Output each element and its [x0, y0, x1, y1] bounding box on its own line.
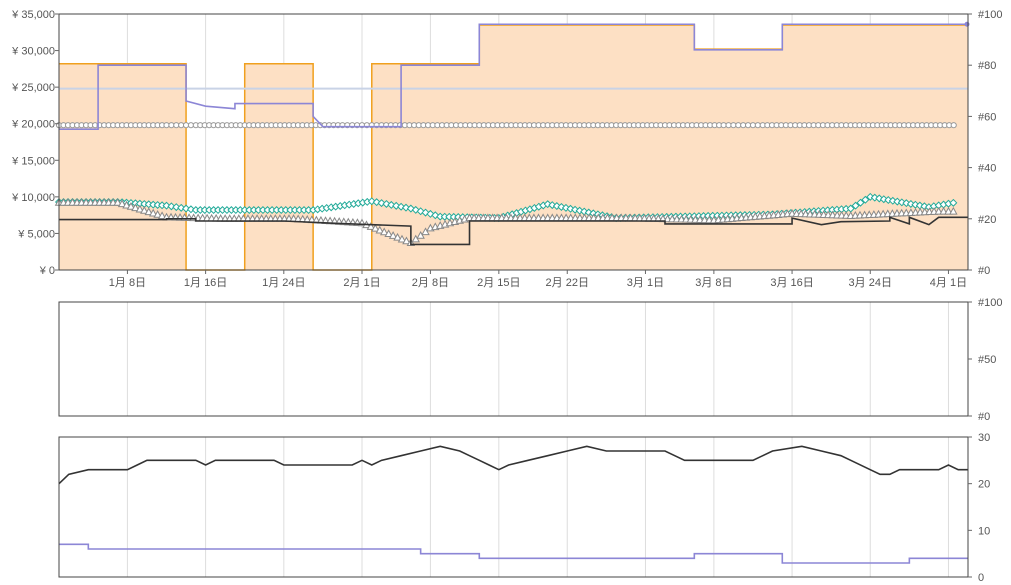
right-axis-tick-label: #40	[978, 163, 996, 175]
y-axis-tick-label: ¥ 35,000	[11, 9, 55, 21]
x-axis-tick-label: 2月 15日	[477, 277, 520, 289]
right-axis-tick-label: #80	[978, 60, 996, 72]
x-axis-tick-label: 4月 1日	[930, 277, 967, 289]
x-axis-tick-label: 3月 8日	[695, 277, 732, 289]
right-axis-tick-label: #60	[978, 111, 996, 123]
right-axis-tick-label: 20	[978, 479, 990, 491]
x-axis-tick-label: 1月 24日	[262, 277, 305, 289]
x-axis-tick-label: 2月 1日	[343, 277, 380, 289]
right-axis-tick-label: #50	[978, 354, 996, 366]
right-axis-tick-label: #0	[978, 265, 990, 277]
data-point-marker	[950, 122, 957, 129]
series-end-dot	[964, 21, 970, 27]
y-axis-tick-label: ¥ 10,000	[11, 192, 55, 204]
right-axis-tick-label: #100	[978, 9, 1002, 21]
y-axis-tick-label: ¥ 25,000	[11, 82, 55, 94]
right-axis-tick-label: #100	[978, 297, 1002, 309]
y-axis-tick-label: ¥ 15,000	[11, 155, 55, 167]
x-axis-tick-label: 3月 1日	[627, 277, 664, 289]
chart-panel-2: #0 #50 #100	[58, 297, 1002, 423]
x-axis-tick-label: 3月 24日	[849, 277, 892, 289]
right-axis-tick-label: #0	[978, 411, 990, 423]
y-axis-tick-label: ¥ 30,000	[11, 46, 55, 58]
x-axis-tick-label: 2月 8日	[412, 277, 449, 289]
x-axis-tick-label: 1月 8日	[109, 277, 146, 289]
plot-area	[59, 302, 968, 416]
y-axis-tick-label: ¥ 20,000	[11, 119, 55, 131]
chart-panel-1: ¥ 0 ¥ 5,000 ¥ 10,000 ¥ 15,000 ¥ 20,000 ¥ 25,0…	[11, 9, 1002, 289]
y-axis-tick-label: ¥ 5,000	[17, 228, 55, 240]
plot-area	[59, 437, 968, 577]
x-axis-tick-label: 3月 16日	[770, 277, 813, 289]
chart-panel-3: 0 10 20 30	[58, 432, 990, 584]
right-axis-tick-label: #20	[978, 214, 996, 226]
right-axis-tick-label: 10	[978, 525, 990, 537]
right-axis-tick-label: 30	[978, 432, 990, 444]
price-history-chart: ¥ 0 ¥ 5,000 ¥ 10,000 ¥ 15,000 ¥ 20,000 ¥ 25,0…	[11, 9, 1002, 584]
y-axis-tick-label: ¥ 0	[39, 265, 55, 277]
x-axis-tick-label: 1月 16日	[184, 277, 227, 289]
right-axis-tick-label: 0	[978, 572, 984, 584]
x-axis-tick-label: 2月 22日	[546, 277, 589, 289]
